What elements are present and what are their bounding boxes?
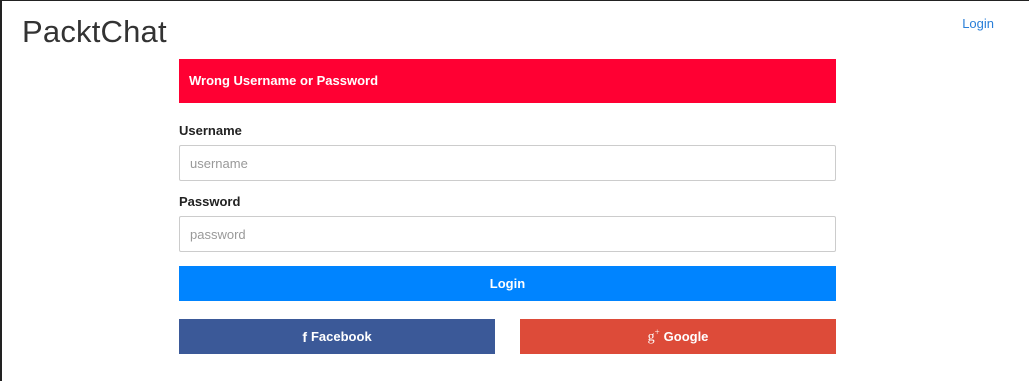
password-label: Password (179, 194, 241, 209)
password-input[interactable] (179, 216, 836, 252)
facebook-label: Facebook (310, 329, 372, 344)
facebook-login-button[interactable]: f Facebook (179, 319, 495, 354)
nav-login-link[interactable]: Login (962, 16, 994, 31)
google-login-button[interactable]: g+ Google (520, 319, 836, 354)
brand-title: PacktChat (22, 14, 167, 49)
login-form-container: Wrong Username or Password Username Pass… (179, 59, 836, 354)
google-label: Google (663, 329, 709, 344)
username-input[interactable] (179, 145, 836, 181)
error-alert: Wrong Username or Password (179, 59, 836, 103)
login-button[interactable]: Login (179, 266, 836, 301)
social-login-row: f Facebook g+ Google (179, 319, 836, 354)
facebook-icon: f (302, 328, 307, 345)
error-alert-message: Wrong Username or Password (189, 73, 379, 88)
google-plus-icon: g+ (647, 327, 660, 345)
username-label: Username (179, 123, 242, 138)
